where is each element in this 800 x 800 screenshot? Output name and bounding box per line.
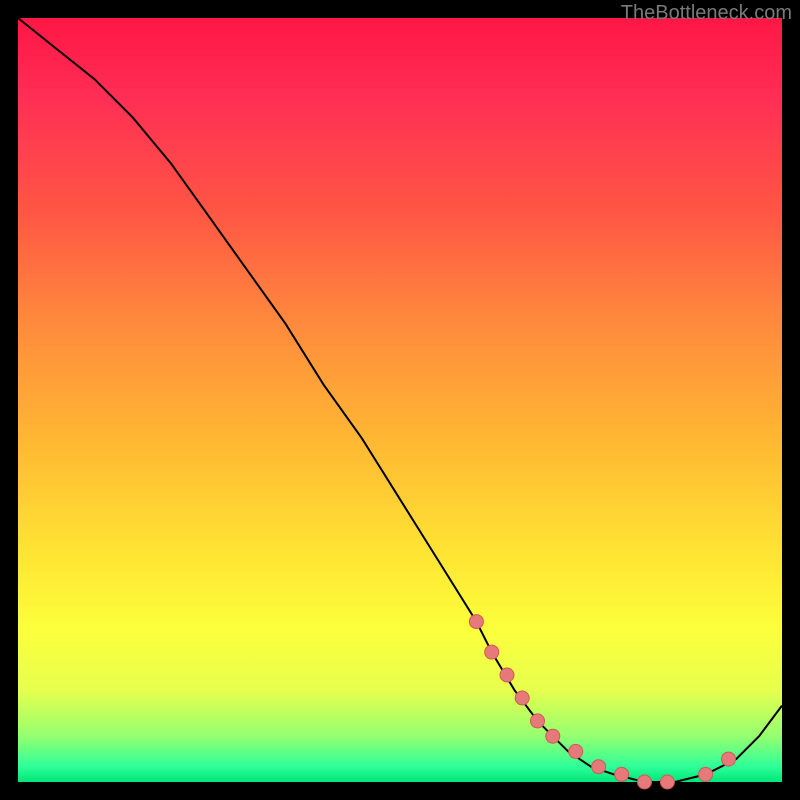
chart-frame: TheBottleneck.com bbox=[0, 0, 800, 800]
data-point bbox=[699, 767, 713, 781]
marker-group bbox=[469, 615, 735, 789]
data-point bbox=[515, 691, 529, 705]
data-point bbox=[722, 752, 736, 766]
data-point bbox=[569, 744, 583, 758]
data-point bbox=[531, 714, 545, 728]
data-point bbox=[660, 775, 674, 789]
chart-svg bbox=[18, 18, 782, 782]
data-point bbox=[469, 615, 483, 629]
plot-area bbox=[18, 18, 782, 782]
data-point bbox=[485, 645, 499, 659]
data-point bbox=[546, 729, 560, 743]
data-point bbox=[638, 775, 652, 789]
data-point bbox=[592, 760, 606, 774]
data-point bbox=[500, 668, 514, 682]
watermark-text: TheBottleneck.com bbox=[621, 2, 792, 25]
bottleneck-curve bbox=[18, 18, 782, 782]
data-point bbox=[615, 767, 629, 781]
